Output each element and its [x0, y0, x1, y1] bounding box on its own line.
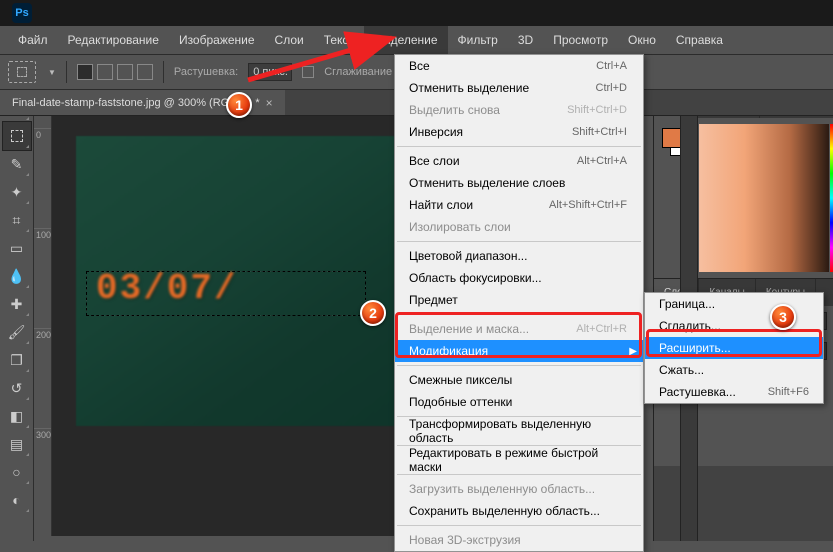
antialias-checkbox[interactable]: [302, 66, 314, 78]
menu-type[interactable]: Текст: [314, 26, 364, 54]
menubar: Файл Редактирование Изображение Слои Тек…: [0, 26, 833, 54]
menu-item[interactable]: Редактировать в режиме быстрой маски: [395, 449, 643, 471]
submenu-item[interactable]: Сгладить...: [645, 315, 823, 337]
document-title: Final-date-stamp-faststone.jpg @ 300% (R…: [12, 97, 249, 109]
heal-tool[interactable]: ✚: [3, 290, 31, 318]
feather-label: Растушевка:: [174, 66, 238, 78]
menu-item[interactable]: Смежные пикселы: [395, 369, 643, 391]
gradient-tool[interactable]: ▤: [3, 430, 31, 458]
window-titlebar: Ps: [0, 0, 833, 26]
submenu-item[interactable]: Сжать...: [645, 359, 823, 381]
callout-2: 2: [360, 300, 386, 326]
crop-tool[interactable]: ⌗: [3, 206, 31, 234]
chevron-down-icon: ▼: [48, 68, 56, 77]
modify-submenu: Граница...Сгладить...Расширить...Сжать..…: [644, 292, 824, 404]
color-field[interactable]: [699, 124, 829, 272]
sel-add-icon[interactable]: [97, 64, 113, 80]
menu-item: Новая 3D-экструзия: [395, 529, 643, 551]
marquee-tool[interactable]: [3, 122, 31, 150]
menu-item[interactable]: Цветовой диапазон...: [395, 245, 643, 267]
sel-intersect-icon[interactable]: [137, 64, 153, 80]
tools-panel: ✥ ✎ ✦ ⌗ ▭ 💧 ✚ 🖌 ❐ ↺ ◧ ▤ ○ ◐: [0, 90, 34, 541]
divider: [163, 61, 164, 83]
menu-select[interactable]: Выделение: [364, 26, 448, 54]
close-icon[interactable]: ×: [266, 96, 273, 110]
lasso-tool[interactable]: ✎: [3, 150, 31, 178]
eyedropper-tool[interactable]: 💧: [3, 262, 31, 290]
menu-item[interactable]: Подобные оттенки: [395, 391, 643, 413]
ruler-vertical: 0 100 200 300: [34, 108, 52, 536]
menu-image[interactable]: Изображение: [169, 26, 265, 54]
menu-item[interactable]: Предмет: [395, 289, 643, 311]
ruler-tick: 200: [34, 328, 51, 340]
dodge-tool[interactable]: ◐: [3, 486, 31, 514]
ruler-tick: 0: [34, 128, 51, 140]
menu-3d[interactable]: 3D: [508, 26, 543, 54]
canvas-area: 0 100 200 300 0 100 200 300 03/07/: [34, 116, 394, 536]
wand-tool[interactable]: ✦: [3, 178, 31, 206]
app-logo: Ps: [12, 3, 32, 23]
menu-view[interactable]: Просмотр: [543, 26, 618, 54]
menu-item[interactable]: Все слоиAlt+Ctrl+A: [395, 150, 643, 172]
ruler-tick: 300: [34, 428, 51, 440]
menu-item: Выделить сноваShift+Ctrl+D: [395, 99, 643, 121]
antialias-label: Сглаживание: [324, 66, 392, 78]
callout-1: 1: [226, 92, 252, 118]
document-dirty-indicator: *: [255, 97, 259, 109]
submenu-item[interactable]: Растушевка...Shift+F6: [645, 381, 823, 403]
submenu-item[interactable]: Расширить...: [645, 337, 823, 359]
menu-item: Выделение и маска...Alt+Ctrl+R: [395, 318, 643, 340]
menu-item[interactable]: Сохранить выделенную область...: [395, 500, 643, 522]
menu-item[interactable]: Отменить выделение слоев: [395, 172, 643, 194]
menu-item[interactable]: Отменить выделениеCtrl+D: [395, 77, 643, 99]
menu-filter[interactable]: Фильтр: [448, 26, 508, 54]
stamp-tool[interactable]: ❐: [3, 346, 31, 374]
selection-mode-group: [77, 64, 153, 80]
eraser-tool[interactable]: ◧: [3, 402, 31, 430]
marquee-selection: [86, 271, 366, 316]
menu-item[interactable]: Трансформировать выделенную область: [395, 420, 643, 442]
menu-item: Загрузить выделенную область...: [395, 478, 643, 500]
sel-new-icon[interactable]: [77, 64, 93, 80]
callout-3: 3: [770, 304, 796, 330]
tool-preset-picker[interactable]: [8, 61, 36, 83]
menu-edit[interactable]: Редактирование: [58, 26, 169, 54]
menu-item[interactable]: ИнверсияShift+Ctrl+I: [395, 121, 643, 143]
menu-item[interactable]: Область фокусировки...: [395, 267, 643, 289]
feather-input[interactable]: [248, 63, 292, 81]
menu-item[interactable]: ВсеCtrl+A: [395, 55, 643, 77]
menu-file[interactable]: Файл: [8, 26, 58, 54]
menu-item: Изолировать слои: [395, 216, 643, 238]
blur-tool[interactable]: ○: [3, 458, 31, 486]
menu-layers[interactable]: Слои: [265, 26, 314, 54]
brush-tool[interactable]: 🖌: [3, 318, 31, 346]
divider: [66, 61, 67, 83]
menu-help[interactable]: Справка: [666, 26, 733, 54]
frame-tool[interactable]: ▭: [3, 234, 31, 262]
submenu-item[interactable]: Граница...: [645, 293, 823, 315]
ruler-tick: 100: [34, 228, 51, 240]
menu-item[interactable]: Найти слоиAlt+Shift+Ctrl+F: [395, 194, 643, 216]
fg-color-swatch[interactable]: [662, 128, 682, 148]
menu-item[interactable]: Модификация▶: [395, 340, 643, 362]
sel-sub-icon[interactable]: [117, 64, 133, 80]
menu-window[interactable]: Окно: [618, 26, 666, 54]
select-menu-dropdown: ВсеCtrl+AОтменить выделениеCtrl+DВыделит…: [394, 54, 644, 552]
history-brush-tool[interactable]: ↺: [3, 374, 31, 402]
